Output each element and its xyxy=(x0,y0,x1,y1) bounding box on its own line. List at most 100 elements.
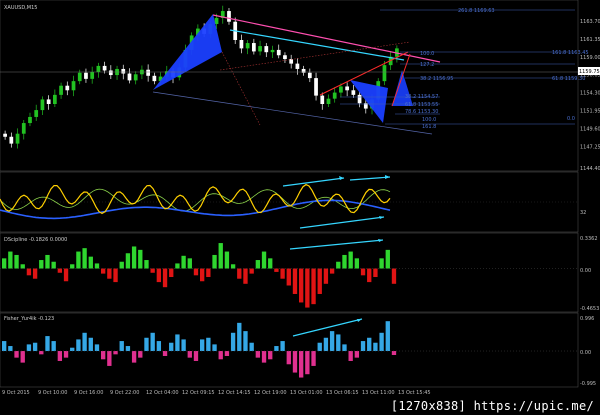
osc3-ytick-bottom: -0.995 xyxy=(580,381,596,387)
histogram-bar xyxy=(39,260,44,269)
histogram-bar xyxy=(255,260,261,269)
fib-label-8: 61.8 1153.55 xyxy=(405,102,438,108)
candle-body xyxy=(382,65,387,82)
histogram-bar xyxy=(261,251,267,269)
candle-body xyxy=(65,85,70,91)
histogram-bar xyxy=(354,351,360,358)
osc2-histogram xyxy=(0,243,578,308)
candle-body xyxy=(3,133,7,137)
histogram-bar xyxy=(119,261,124,269)
histogram-bar xyxy=(26,268,32,276)
candle-body xyxy=(96,65,101,72)
histogram-bar xyxy=(286,351,291,365)
time-axis: 9 Oct 2015 9 Oct 10:00 9 Oct 16:00 9 Oct 22… xyxy=(2,390,431,396)
osc3-ytick-zero: 0.00 xyxy=(580,350,591,356)
histogram-bar xyxy=(230,264,236,269)
histogram-bar xyxy=(367,337,372,352)
candle-body xyxy=(34,110,39,117)
histogram-bar xyxy=(200,339,205,352)
osc1-ytick: 32 xyxy=(580,210,586,216)
histogram-bar xyxy=(113,351,118,355)
histogram-bar xyxy=(20,351,25,363)
candle-body xyxy=(102,65,107,71)
histogram-bar xyxy=(360,268,366,276)
histogram-bar xyxy=(125,253,131,269)
candle-body xyxy=(146,69,151,76)
fib-label-9: 78.6 1153.30 xyxy=(405,109,438,115)
histogram-bar xyxy=(206,268,211,278)
histogram-bar xyxy=(14,351,19,358)
pattern-triangle-right xyxy=(350,80,388,123)
fib-label-2: 161.8 1163.45 xyxy=(552,50,589,56)
histogram-bar xyxy=(26,344,32,352)
histogram-bar xyxy=(360,341,366,352)
candle-body xyxy=(21,123,26,134)
candle-body xyxy=(258,46,262,52)
price-panel: XAUUSD,M15 1144.40 1147.25 1149.60 1151.95 1… xyxy=(0,0,600,172)
histogram-bar xyxy=(206,337,211,352)
histogram-bar xyxy=(224,251,230,269)
watermark-text: [1270x838] https://upic.me/ xyxy=(388,399,596,413)
histogram-bar xyxy=(138,249,143,269)
candle-body xyxy=(152,75,157,82)
histogram-bar xyxy=(150,268,155,273)
histogram-bar xyxy=(125,346,131,352)
histogram-bar xyxy=(156,341,162,352)
histogram-bar xyxy=(181,339,186,352)
time-tick: 12 Oct 04:00 xyxy=(146,390,179,396)
histogram-bar xyxy=(45,254,50,269)
candle-body xyxy=(320,95,325,104)
candle-body xyxy=(9,136,14,144)
histogram-bar xyxy=(119,341,124,352)
candle-body xyxy=(307,72,312,79)
histogram-bar xyxy=(373,342,378,352)
histogram-bar xyxy=(342,254,347,269)
histogram-bar xyxy=(348,251,353,269)
histogram-bar xyxy=(218,243,223,269)
candle-body xyxy=(270,49,275,53)
candle-body xyxy=(127,73,132,81)
histogram-bar xyxy=(63,351,69,358)
osc2-ytick-top: 0.3362 xyxy=(580,236,598,242)
candle-body xyxy=(251,43,256,52)
histogram-bar xyxy=(70,347,75,352)
osc2-ytick-zero: 0.00 xyxy=(580,268,591,274)
price-ytick: 1154.30 xyxy=(580,91,600,97)
histogram-bar xyxy=(51,341,56,352)
candle-body xyxy=(332,92,337,99)
osc1-line xyxy=(0,183,391,215)
candle-body xyxy=(46,99,51,104)
osc3-arrow xyxy=(292,318,363,337)
candle-body xyxy=(90,72,95,79)
candle-body xyxy=(345,86,350,91)
histogram-bar xyxy=(131,246,137,269)
time-tick: 13 Oct 01:00 xyxy=(290,390,323,396)
histogram-bar xyxy=(57,351,63,361)
time-tick: 13 Oct 11:00 xyxy=(362,390,395,396)
histogram-bar xyxy=(63,268,69,282)
time-tick: 9 Oct 22:00 xyxy=(110,390,139,396)
histogram-bar xyxy=(299,351,304,378)
histogram-bar xyxy=(329,331,335,352)
time-tick: 9 Oct 2015 xyxy=(2,390,30,396)
histogram-bar xyxy=(32,342,38,352)
pattern-dotted-line-1 xyxy=(221,51,261,126)
histogram-bar xyxy=(391,268,397,284)
histogram-bar xyxy=(76,339,81,352)
candle-body xyxy=(71,81,76,91)
histogram-bar xyxy=(138,351,143,358)
chart-title: XAUUSD,M15 xyxy=(4,5,37,11)
price-candles xyxy=(3,5,399,149)
histogram-bar xyxy=(193,351,199,361)
histogram-bar xyxy=(317,268,322,294)
candle-body xyxy=(295,63,300,69)
histogram-bar xyxy=(212,254,217,269)
histogram-bar xyxy=(39,351,44,355)
histogram-bar xyxy=(169,342,174,352)
histogram-bar xyxy=(94,344,100,352)
time-tick: 13 Oct 06:15 xyxy=(326,390,359,396)
osc3-histogram xyxy=(0,321,578,378)
histogram-bar xyxy=(113,268,118,283)
histogram-bar xyxy=(280,268,285,279)
histogram-bar xyxy=(336,334,341,352)
